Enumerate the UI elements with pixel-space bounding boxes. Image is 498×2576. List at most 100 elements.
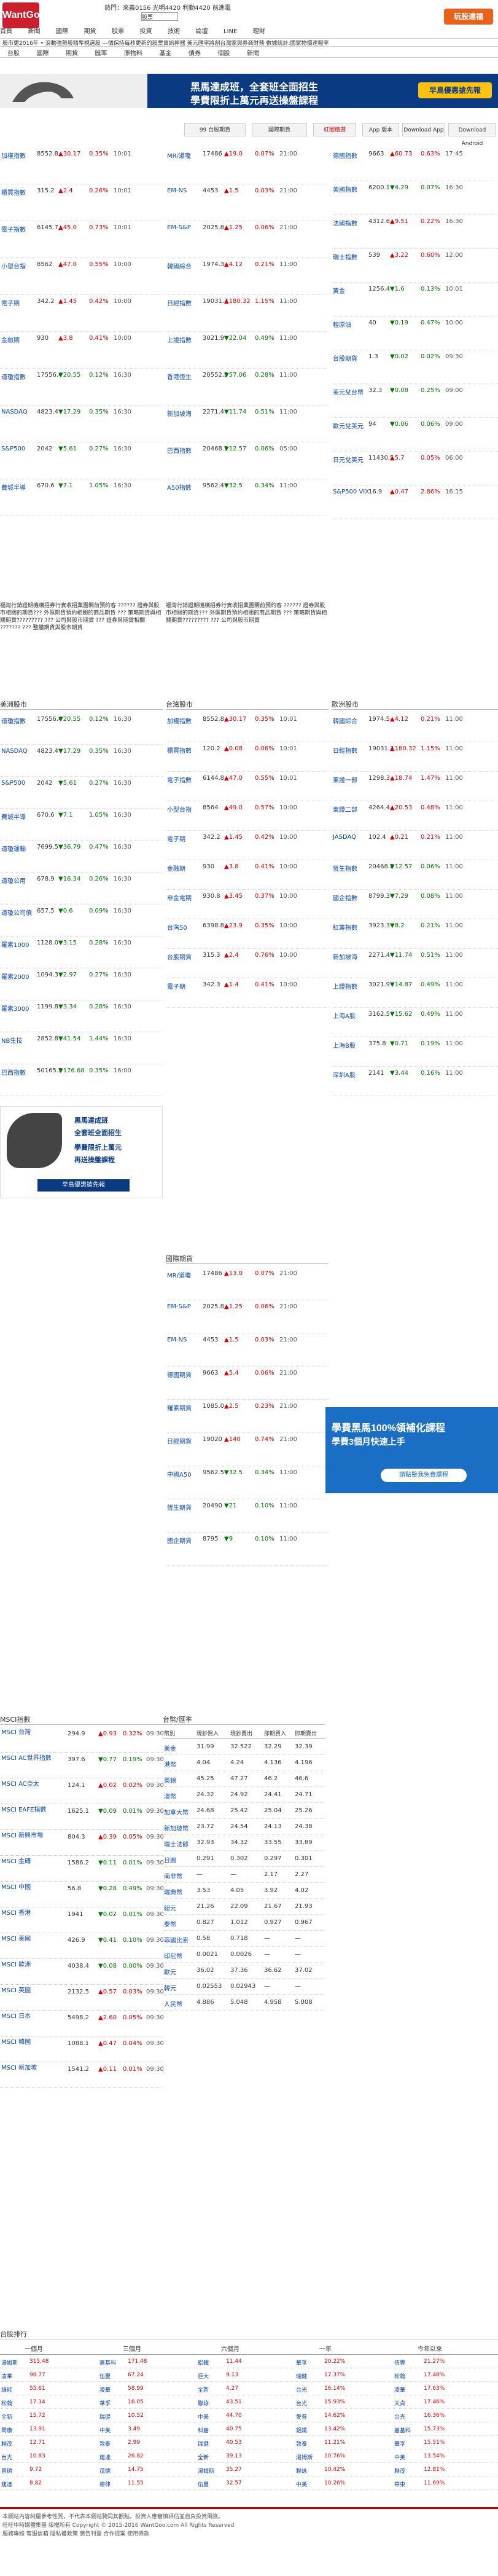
quote-row[interactable]: 恆生指數 20468.2 ▼12.57 0.06% 11:00 <box>332 860 498 890</box>
quote-row[interactable]: 東證二部 4264.4 ▲20.53 0.48% 11:00 <box>332 801 498 831</box>
tab-item[interactable]: 債券 <box>189 50 201 58</box>
quote-name[interactable]: 中國A50 <box>167 1469 192 1478</box>
rank-header-cell[interactable]: 一年 <box>319 2344 332 2353</box>
rank-stock-name[interactable]: 中美 <box>394 2453 405 2461</box>
nav-item[interactable]: LINE <box>224 28 237 35</box>
quote-name[interactable]: 紅籌指數 <box>333 922 357 932</box>
rank-stock-name[interactable]: 湯姆斯 <box>1 2358 18 2366</box>
rank-stock-name[interactable]: 鋁鐵 <box>296 2426 307 2434</box>
msci-name[interactable]: MSCI 英國 <box>1 1987 56 1995</box>
rank-stock-name[interactable]: 聯茂 <box>394 2467 405 2475</box>
quote-name[interactable]: NASDAQ <box>1 748 28 755</box>
tab-item[interactable]: 台股 <box>7 50 20 58</box>
quote-name[interactable]: 羅素期貨 <box>167 1403 192 1412</box>
nav-item[interactable]: 投資 <box>140 26 152 35</box>
quote-name[interactable]: 巴西指數 <box>167 446 192 455</box>
rank-row[interactable]: 聯茂 12.71 敦泰 2.99 瑞健 40.53 敦泰 11.21% 華孚 15.51% <box>0 2436 498 2449</box>
rank-row[interactable]: 台光 10.83 建達 26.82 全新 39.13 湯姆斯 10.76% 中美 13.54% <box>0 2449 498 2463</box>
quote-name[interactable]: 國企期貨 <box>167 1536 192 1545</box>
fx-currency[interactable]: 美金 <box>164 1743 176 1753</box>
quote-row[interactable]: 國企期貨 8795 ▼9 0.10% 11:00 <box>166 1533 329 1566</box>
site-logo[interactable]: WantGo <box>2 2 40 28</box>
quote-row[interactable]: 東證一部 1298.3 ▲18.74 1.47% 11:00 <box>332 772 498 801</box>
quote-row[interactable]: EM-NS 4453 ▲1.5 0.03% 21:00 <box>166 1333 329 1367</box>
quote-name[interactable]: 道瓊公用 <box>1 876 26 885</box>
quote-name[interactable]: S&P500 <box>1 446 25 452</box>
quote-row[interactable]: 金融期 930 ▲3.8 0.41% 10:00 <box>0 332 163 369</box>
horse-ad-image[interactable] <box>0 74 147 108</box>
tab-item[interactable]: 原物料 <box>124 50 142 58</box>
right-banner-ad[interactable]: 學費黑馬100%領補化課程 學費3個月快速上手 請點擊我免費課程 <box>325 1407 498 1493</box>
tab-item[interactable]: 基金 <box>160 50 172 58</box>
rank-stock-name[interactable]: 凌華 <box>394 2386 405 2393</box>
rank-stock-name[interactable]: 台光 <box>296 2399 307 2407</box>
rank-stock-name[interactable]: 敦泰 <box>296 2440 307 2448</box>
msci-row[interactable]: MSCI 台灣 294.9 ▲0.93 0.32% 09:30 <box>0 1727 164 1753</box>
quote-name[interactable]: 恆生指數 <box>333 863 357 873</box>
fx-currency[interactable]: 歐元 <box>164 1967 176 1976</box>
msci-name[interactable]: MSCI 金磚 <box>1 1858 56 1866</box>
fx-row[interactable]: 人民幣 4.886 5.048 4.958 5.008 <box>163 1995 325 2011</box>
quote-name[interactable]: 德國期貨 <box>167 1370 192 1379</box>
quote-name[interactable]: A50指數 <box>167 482 192 492</box>
rank-stock-name[interactable]: 全新 <box>198 2386 209 2393</box>
quote-name[interactable]: 小型台指 <box>1 261 26 270</box>
tab-item[interactable]: 期貨 <box>66 50 78 58</box>
quote-row[interactable]: 小型台指 8562 ▲47.0 0.55% 10:00 <box>0 258 163 295</box>
quote-row[interactable]: 加權指數 8552.8 ▲30.17 0.35% 10:01 <box>0 147 163 184</box>
quote-name[interactable]: 英國指數 <box>333 184 357 194</box>
msci-name[interactable]: MSCI 新興市場 <box>1 1832 56 1840</box>
quote-name[interactable]: EM-S&P <box>167 224 191 231</box>
announcement-bar[interactable]: 股市更2016年 • 滾動強勢股精準視選股 —個保持每秒更新的股票資訊神器 美元… <box>0 38 498 47</box>
quote-name[interactable]: 道瓊指數 <box>1 372 26 381</box>
quote-row[interactable]: 電子指數 6144.8 ▲47.0 0.55% 10:01 <box>166 772 329 801</box>
fx-row[interactable]: 新加坡幣 23.72 24.54 24.13 24.38 <box>163 1819 325 1835</box>
quote-name[interactable]: 電子期 <box>167 834 185 843</box>
msci-row[interactable]: MSCI 美國 426.9 ▼0.41 0.10% 09:30 <box>0 1933 164 1959</box>
quote-name[interactable]: 羅素1000 <box>1 940 29 949</box>
tab-item[interactable]: 國際 <box>37 50 49 58</box>
quote-row[interactable]: 恆生期貨 20490 ▼21 0.10% 11:00 <box>166 1499 329 1533</box>
quote-name[interactable]: 法國指數 <box>333 218 357 227</box>
msci-name[interactable]: MSCI 台灣 <box>1 1729 56 1737</box>
quote-row[interactable]: S&P500 VIX 16.9 ▲0.47 2.86% 16:15 <box>332 485 498 519</box>
quote-row[interactable]: 上證指數 3021.9 ▼14.87 0.49% 11:00 <box>332 978 498 1008</box>
mid-banner-ad[interactable]: 黑馬達成班 全套班全面招生 學費限折上萬元 再送操盤課程 早鳥優惠搶先報 <box>0 1106 163 1198</box>
quote-name[interactable]: 日經指數 <box>333 745 357 755</box>
quote-row[interactable]: 歐元兌美元 94 ▼0.06 0.06% 09:00 <box>332 418 498 452</box>
msci-name[interactable]: MSCI AC亞太 <box>1 1781 56 1788</box>
quote-name[interactable]: EM-S&P <box>167 1303 191 1310</box>
rank-stock-name[interactable]: 茂德 <box>99 2467 111 2475</box>
picks-tab[interactable]: 紅圈精選 <box>313 123 356 136</box>
rank-stock-name[interactable]: 景碩 <box>1 2467 12 2475</box>
quote-name[interactable]: 韓國綜合 <box>333 716 357 725</box>
msci-name[interactable]: MSCI 中國 <box>1 1884 56 1891</box>
quote-name[interactable]: 黃金 <box>333 286 345 295</box>
ad-cta-button[interactable]: 請點擊我免費課程 <box>381 1469 467 1482</box>
rank-header-cell[interactable]: 今年以來 <box>418 2344 442 2353</box>
quote-row[interactable]: A50指數 9562.4 ▼32.5 0.34% 11:00 <box>166 479 329 516</box>
quote-row[interactable]: 台股期貨 315.3 ▲2.4 0.76% 10:00 <box>166 949 329 978</box>
rank-stock-name[interactable]: 台光 <box>1 2453 12 2461</box>
fx-currency[interactable]: 印尼幣 <box>164 1951 182 1960</box>
quote-row[interactable]: 上海B股 375.8 ▼0.71 0.19% 11:00 <box>332 1037 498 1067</box>
quote-name[interactable]: 東證一部 <box>333 775 357 784</box>
quote-row[interactable]: NASDAQ 4823.4 ▼17.29 0.35% 16:30 <box>0 406 163 442</box>
rank-stock-name[interactable]: 中美 <box>198 2413 209 2421</box>
quote-name[interactable]: 道瓊指數 <box>1 716 26 725</box>
msci-name[interactable]: MSCI 新加坡 <box>1 2065 56 2072</box>
promo-badge[interactable]: 玩股達福 <box>444 9 493 25</box>
nav-item[interactable]: 股票 <box>112 26 124 35</box>
quote-name[interactable]: EM-NS <box>167 1337 187 1343</box>
download-app-button[interactable]: Download App <box>402 123 445 136</box>
rank-header-cell[interactable]: 一個月 <box>25 2344 43 2353</box>
fx-row[interactable]: 瑞典幣 3.53 4.05 3.92 4.02 <box>163 1883 325 1899</box>
quote-row[interactable]: 深圳A股 2141 ▼3.44 0.16% 11:00 <box>332 1067 498 1096</box>
quote-name[interactable]: 美元兌台幣 <box>333 387 364 396</box>
fx-row[interactable]: 菲國比索 0.58 0.718 — — <box>163 1931 325 1947</box>
rank-row[interactable]: 閎康 13.91 中美 3.49 科嘉 40.75 鋁鐵 13.42% 嘉基科 15.73% <box>0 2422 498 2436</box>
tab-item[interactable]: 個股 <box>218 50 230 58</box>
quote-row[interactable]: 國企指數 8799.3 ▼7.29 0.08% 11:00 <box>332 890 498 919</box>
rank-stock-name[interactable]: 建達 <box>99 2453 111 2461</box>
rank-stock-name[interactable]: 聯詠 <box>296 2467 307 2475</box>
